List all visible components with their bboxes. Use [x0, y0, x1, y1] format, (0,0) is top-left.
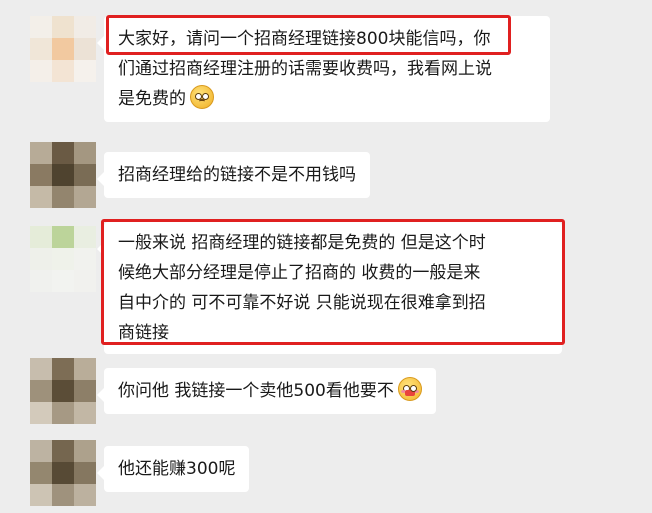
message-text-line: 们通过招商经理注册的话需要收费吗，我看网上说	[118, 59, 492, 79]
message-text-line: 一般来说 招商经理的链接都是免费的 但是这个时	[118, 233, 486, 253]
message-bubble[interactable]: 大家好，请问一个招商经理链接800块能信吗，你 们通过招商经理注册的话需要收费吗…	[97, 16, 550, 122]
avatar[interactable]	[30, 142, 96, 208]
avatar[interactable]	[30, 358, 96, 424]
message-bubble[interactable]: 他还能赚300呢	[96, 446, 250, 492]
blushing-face-icon	[397, 377, 422, 401]
message-text-line: 大家好，请问一个招商经理链接800块能信吗，你	[118, 29, 491, 49]
message-text-line: 自中介的 可不可靠不好说 只能说现在很难拿到招	[118, 293, 486, 313]
message-text-line: 他还能赚300呢	[118, 459, 236, 479]
message-text-line: 商链接	[118, 323, 169, 343]
message-bubble[interactable]: 你问他 我链接一个卖他500看他要不	[97, 368, 436, 414]
message-text-line: 候绝大部分经理是停止了招商的 收费的一般是来	[118, 263, 481, 283]
message-text-line: 招商经理给的链接不是不用钱吗	[118, 165, 356, 185]
avatar[interactable]	[30, 16, 96, 82]
worried-face-icon	[190, 85, 214, 109]
avatar[interactable]	[30, 440, 96, 506]
message-bubble[interactable]: 招商经理给的链接不是不用钱吗	[97, 152, 370, 198]
message-text-line: 你问他 我链接一个卖他500看他要不	[118, 381, 394, 401]
avatar[interactable]	[30, 226, 96, 292]
message-bubble[interactable]: 一般来说 招商经理的链接都是免费的 但是这个时 候绝大部分经理是停止了招商的 收…	[97, 222, 562, 354]
message-text-line: 是免费的	[118, 89, 186, 109]
